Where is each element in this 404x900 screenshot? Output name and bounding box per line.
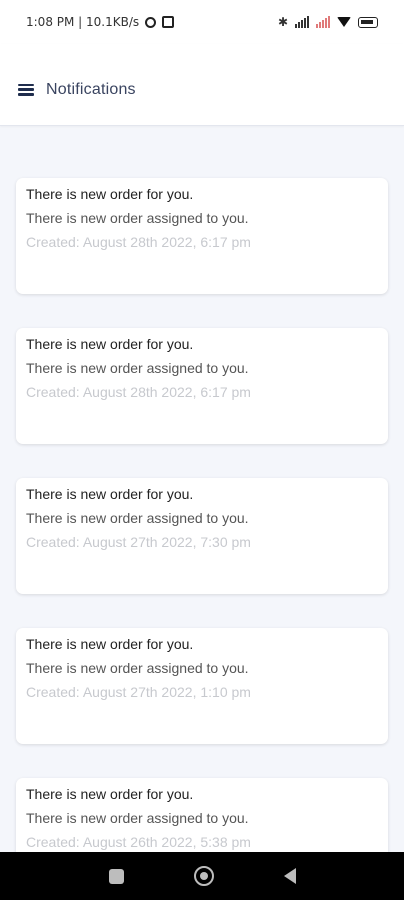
- notification-card[interactable]: There is new order for you. There is new…: [16, 328, 388, 444]
- home-icon[interactable]: [193, 866, 214, 886]
- notification-title: There is new order for you.: [26, 336, 194, 352]
- notification-date: Created: August 27th 2022, 1:10 pm: [26, 684, 251, 700]
- notification-date: Created: August 26th 2022, 5:38 pm: [26, 834, 251, 850]
- notification-date: Created: August 27th 2022, 7:30 pm: [26, 534, 251, 550]
- recents-icon[interactable]: [108, 868, 124, 884]
- notification-body: There is new order assigned to you.: [26, 660, 249, 676]
- notification-card[interactable]: There is new order for you. There is new…: [16, 478, 388, 594]
- notification-body: There is new order assigned to you.: [26, 210, 249, 226]
- signal-icon: [295, 16, 309, 28]
- wifi-icon: [337, 17, 351, 27]
- app-bar: Notifications: [0, 44, 404, 126]
- battery-icon: [358, 16, 378, 28]
- notification-title: There is new order for you.: [26, 786, 194, 802]
- status-bar: 1:08 PM | 10.1KB/s ✱: [0, 0, 404, 44]
- system-nav-bar: [0, 852, 404, 900]
- back-icon[interactable]: [283, 868, 296, 884]
- notification-list: There is new order for you. There is new…: [16, 178, 388, 900]
- status-left: 1:08 PM | 10.1KB/s: [26, 15, 175, 29]
- notification-body: There is new order assigned to you.: [26, 510, 249, 526]
- menu-icon[interactable]: [18, 83, 34, 96]
- page-title: Notifications: [46, 80, 136, 98]
- status-square-icon: [162, 16, 175, 28]
- notification-title: There is new order for you.: [26, 486, 194, 502]
- notification-body: There is new order assigned to you.: [26, 360, 249, 376]
- status-time: 1:08 PM | 10.1KB/s: [26, 15, 140, 29]
- notification-date: Created: August 28th 2022, 6:17 pm: [26, 384, 251, 400]
- notification-title: There is new order for you.: [26, 186, 194, 202]
- bluetooth-icon: ✱: [277, 15, 288, 29]
- notification-body: There is new order assigned to you.: [26, 810, 249, 826]
- notification-card[interactable]: There is new order for you. There is new…: [16, 178, 388, 294]
- status-right: ✱: [278, 16, 378, 28]
- notification-date: Created: August 28th 2022, 6:17 pm: [26, 234, 251, 250]
- notification-title: There is new order for you.: [26, 636, 194, 652]
- signal-icon-secondary: [316, 16, 330, 28]
- alarm-icon: [145, 16, 157, 28]
- notification-card[interactable]: There is new order for you. There is new…: [16, 628, 388, 744]
